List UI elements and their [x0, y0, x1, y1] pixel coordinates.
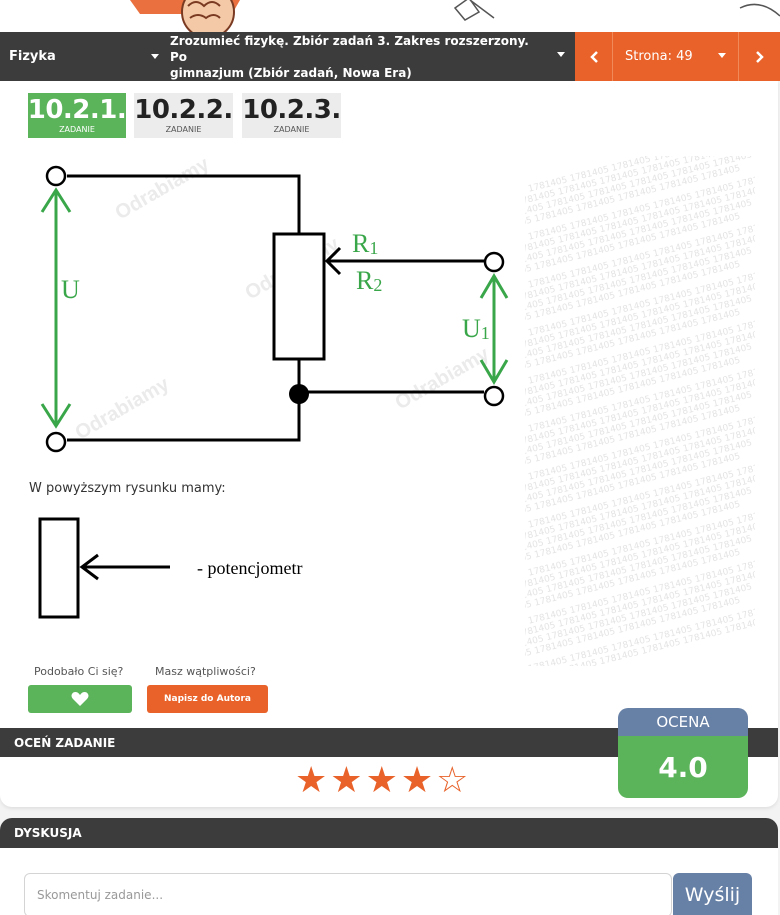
- star-filled-icon[interactable]: ★: [295, 761, 327, 801]
- score-label: OCENA: [618, 708, 748, 736]
- star-empty-icon[interactable]: ☆: [436, 761, 468, 801]
- write-to-author-button[interactable]: Napisz do Autora: [147, 685, 268, 713]
- discussion-header: DYSKUSJA: [0, 818, 778, 848]
- star-filled-icon[interactable]: ★: [330, 761, 362, 801]
- rate-header: OCEŃ ZADANIE: [14, 735, 116, 750]
- previous-page-button[interactable]: [575, 32, 612, 81]
- watermark-text: Odrabiamy: [112, 153, 214, 225]
- tab-label: ZADANIE: [59, 125, 95, 134]
- label-r1: R1: [352, 229, 378, 258]
- book-title-line-2: gimnazjum (Zbiór zadań, Nowa Era): [170, 65, 412, 80]
- score-box: OCENA 4.0: [618, 708, 748, 798]
- chevron-down-icon: [151, 54, 159, 59]
- legend-label: - potencjometr: [197, 558, 302, 578]
- exercise-card: 10.2.1. ZADANIE 10.2.2. ZADANIE 10.2.3. …: [0, 81, 778, 807]
- book-title-line-1: Zrozumieć fizykę. Zbiór zadań 3. Zakres …: [170, 33, 529, 64]
- tab-label: ZADANIE: [165, 125, 202, 134]
- like-button[interactable]: [28, 685, 132, 713]
- chevron-left-icon: [589, 50, 598, 63]
- star-filled-icon[interactable]: ★: [366, 761, 398, 801]
- header-illustrations: [0, 0, 780, 32]
- book-select[interactable]: Zrozumieć fizykę. Zbiór zadań 3. Zakres …: [165, 32, 575, 81]
- potentiometer-legend: - potencjometr: [38, 517, 302, 619]
- chevron-down-icon: [718, 53, 726, 58]
- subject-label: Fizyka: [9, 49, 56, 64]
- watermark-text: Odrabiamy: [72, 373, 174, 445]
- star-rating[interactable]: ★ ★ ★ ★ ☆: [295, 761, 471, 801]
- decorative-art: [130, 0, 780, 32]
- description-text: W powyższym rysunku mamy:: [29, 481, 226, 496]
- watermark-text: Odrabiamy: [392, 343, 494, 415]
- chevron-right-icon: [755, 50, 764, 63]
- like-question: Podobało Ci się?: [34, 665, 124, 678]
- next-page-button[interactable]: [739, 32, 780, 81]
- book-title: Zrozumieć fizykę. Zbiór zadań 3. Zakres …: [170, 33, 549, 81]
- tab-number: 10.2.3.: [242, 95, 341, 125]
- tab-label: ZADANIE: [273, 125, 310, 134]
- page-select[interactable]: Strona: 49: [612, 32, 739, 81]
- star-filled-icon[interactable]: ★: [401, 761, 433, 801]
- subject-select[interactable]: Fizyka: [0, 32, 165, 81]
- label-u1: U1: [462, 314, 490, 343]
- circuit-diagram: Odrabiamy Odrabiamy Odrabiamy Odrabiamy: [40, 153, 509, 453]
- tab-exercise-3[interactable]: 10.2.3. ZADANIE: [242, 93, 341, 138]
- tab-number: 10.2.2.: [134, 95, 233, 125]
- discussion-title: DYSKUSJA: [14, 826, 82, 840]
- chevron-down-icon: [557, 52, 565, 57]
- tab-exercise-2[interactable]: 10.2.2. ZADANIE: [134, 93, 233, 138]
- label-u: U: [61, 275, 80, 304]
- send-button[interactable]: Wyślij: [673, 873, 752, 915]
- page-label: Strona: 49: [625, 49, 693, 64]
- tab-number: 10.2.1.: [27, 95, 127, 125]
- breadcrumb-nav: Fizyka Zrozumieć fizykę. Zbiór zadań 3. …: [0, 32, 780, 81]
- doubt-question: Masz wątpliwości?: [155, 665, 256, 678]
- label-r2: R2: [356, 266, 382, 295]
- heart-icon: [71, 692, 89, 706]
- discussion-section: DYSKUSJA Skomentuj zadanie... Wyślij: [0, 818, 778, 915]
- comment-input[interactable]: Skomentuj zadanie...: [24, 873, 672, 915]
- score-value: 4.0: [618, 736, 748, 798]
- tab-exercise-1[interactable]: 10.2.1. ZADANIE: [27, 93, 127, 138]
